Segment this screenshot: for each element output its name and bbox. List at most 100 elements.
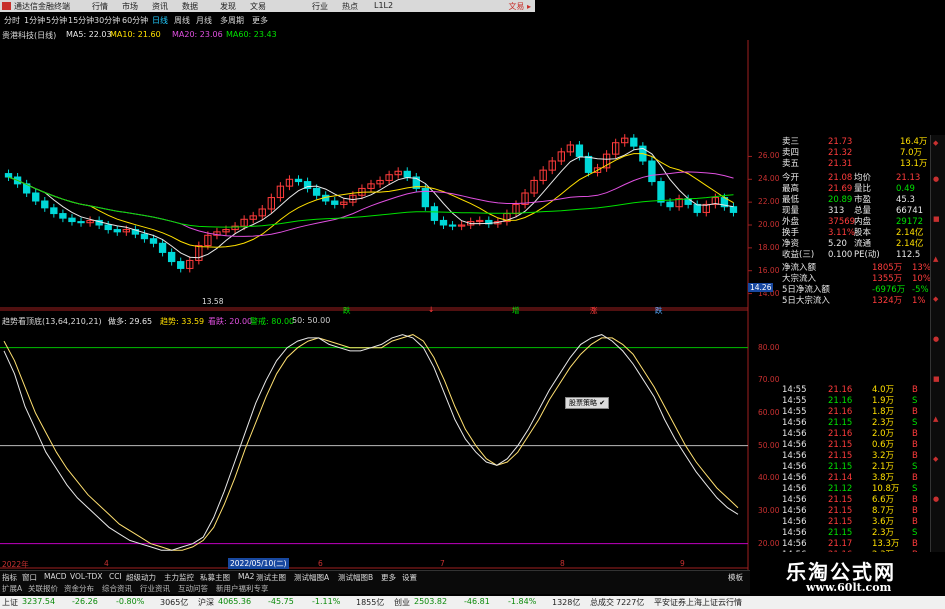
status-item: 平安证券上海上证云行情 bbox=[654, 598, 742, 607]
tick-volume: 13.3万 bbox=[872, 539, 900, 549]
indicator-tab[interactable]: CCI bbox=[109, 572, 122, 581]
price-axis-tick: 18.00 bbox=[758, 242, 780, 252]
candle-body bbox=[403, 170, 411, 178]
tick-side: B bbox=[912, 451, 918, 461]
tick-time: 14:56 bbox=[782, 418, 807, 428]
tick-price: 21.15 bbox=[828, 440, 853, 450]
info-tab[interactable]: 资金分布 bbox=[64, 583, 94, 594]
flow-label: 净流入额 bbox=[782, 263, 817, 273]
candle-body bbox=[657, 181, 665, 203]
info-tab[interactable]: 综合资讯 bbox=[102, 583, 132, 594]
toolbar-icon[interactable]: ▲ bbox=[933, 255, 938, 263]
quote-key: 股本 bbox=[854, 228, 872, 238]
flow-pct: 10% bbox=[912, 274, 931, 284]
candle-body bbox=[312, 187, 321, 196]
osc-axis-tick: 50.00 bbox=[758, 440, 780, 450]
tick-volume: 0.6万 bbox=[872, 440, 895, 450]
ask-volume: 13.1万 bbox=[900, 159, 928, 169]
tick-volume: 10.8万 bbox=[872, 484, 900, 494]
toolbar-icon[interactable]: ◆ bbox=[933, 455, 938, 463]
tick-side: B bbox=[912, 473, 918, 483]
info-tab[interactable]: 扩展A bbox=[2, 583, 22, 594]
status-item: -1.11% bbox=[312, 597, 341, 606]
watermark-url: www.60lt.com bbox=[806, 581, 892, 594]
side-toolbar: ◆ ● ■ ▲ ◆ ● ■ ▲ ◆ ● bbox=[930, 135, 945, 580]
quote-panel: 卖三 21.73 16.4万 卖四 21.32 7.0万 卖五 21.31 13.1万 今开 21.… bbox=[780, 135, 931, 580]
candle-body bbox=[684, 198, 692, 205]
tick-price: 21.15 bbox=[828, 451, 853, 461]
candle-body bbox=[648, 160, 656, 183]
date-tick: 2022年 bbox=[2, 560, 29, 569]
watermark: 乐淘公式网 www.60lt.com bbox=[770, 552, 945, 596]
candle-body bbox=[666, 201, 674, 208]
status-item: -1.84% bbox=[508, 597, 537, 606]
tick-price: 21.14 bbox=[828, 473, 853, 483]
quote-value: 2.14亿 bbox=[896, 239, 924, 249]
tick-volume: 1.9万 bbox=[872, 396, 895, 406]
tick-side: B bbox=[912, 495, 918, 505]
flow-value: 1805万 bbox=[872, 263, 903, 273]
info-tab[interactable]: 新用户福利专享 bbox=[216, 583, 269, 594]
toolbar-icon[interactable]: ■ bbox=[933, 215, 940, 223]
indicator-tab[interactable]: VOL-TDX bbox=[70, 572, 102, 581]
tick-side: S bbox=[912, 396, 918, 406]
candle-body bbox=[430, 206, 439, 221]
quote-key: 收益(三) bbox=[782, 250, 815, 260]
tick-price: 21.15 bbox=[828, 517, 853, 527]
quote-value: 112.5 bbox=[896, 250, 921, 260]
tick-time: 14:56 bbox=[782, 539, 807, 549]
date-tick: 9 bbox=[680, 559, 685, 568]
strategy-tooltip[interactable]: 股票策略 ✔ bbox=[565, 397, 610, 409]
indicator-tab[interactable]: MA2 bbox=[238, 572, 254, 581]
status-bar: 上证 3237.54 -26.26 -0.80% 3065亿 沪深 4065.36 -45.7… bbox=[0, 596, 945, 609]
osc-axis-tick: 70.00 bbox=[758, 375, 780, 385]
tick-price: 21.15 bbox=[828, 462, 853, 472]
status-item: 1328亿 bbox=[552, 598, 581, 607]
price-axis-tick: 16.00 bbox=[758, 265, 780, 275]
price-axis-tick: 24.00 bbox=[758, 174, 780, 184]
tick-side: B bbox=[912, 517, 918, 527]
flow-value: -6976万 bbox=[872, 285, 906, 295]
candle-body bbox=[41, 200, 49, 209]
toolbar-icon[interactable]: ● bbox=[933, 335, 939, 343]
quote-value: 5.20 bbox=[828, 239, 847, 249]
status-item: 2503.82 bbox=[414, 597, 448, 606]
toolbar-icon[interactable]: ◆ bbox=[933, 295, 938, 303]
info-tab[interactable]: 互动问答 bbox=[178, 583, 208, 594]
ask-price: 21.73 bbox=[828, 137, 853, 147]
flow-pct: 1% bbox=[912, 296, 926, 306]
toolbar-icon[interactable]: ● bbox=[933, 495, 939, 503]
candle-body bbox=[294, 178, 303, 183]
date-tick: 6 bbox=[318, 559, 323, 568]
indicator-name[interactable]: 趋势看顶底(13,64,210,21) bbox=[2, 316, 102, 327]
tick-volume: 4.0万 bbox=[872, 385, 895, 395]
tick-volume: 2.3万 bbox=[872, 528, 895, 538]
info-tab[interactable]: 行业资讯 bbox=[140, 583, 170, 594]
signal-marker: 增 bbox=[512, 306, 520, 315]
quote-key: 总量 bbox=[854, 206, 872, 216]
flow-pct: -5% bbox=[912, 285, 929, 295]
status-item: -46.81 bbox=[464, 597, 490, 606]
quote-key: 均价 bbox=[854, 173, 872, 183]
info-tabbar: 扩展A 关联报价 资金分布 综合资讯 行业资讯 互动问答 新用户福利专享 bbox=[0, 582, 750, 594]
tick-price: 21.16 bbox=[828, 429, 853, 439]
quote-value: 3.11% bbox=[828, 228, 856, 238]
toolbar-icon[interactable]: ◆ bbox=[933, 139, 938, 147]
ask-volume: 7.0万 bbox=[900, 148, 923, 158]
indicator-value: 警戒: 80.00 bbox=[250, 317, 295, 326]
toolbar-icon[interactable]: ● bbox=[933, 175, 939, 183]
cursor-date: 2022/05/10(二) bbox=[228, 558, 289, 569]
info-tab[interactable]: 关联报价 bbox=[28, 583, 58, 594]
toolbar-icon[interactable]: ■ bbox=[933, 375, 940, 383]
indicator-tab[interactable]: MACD bbox=[44, 572, 66, 581]
tick-price: 21.15 bbox=[828, 528, 853, 538]
candle-body bbox=[693, 203, 701, 213]
status-item: 沪深 bbox=[198, 598, 214, 607]
candle-body bbox=[77, 221, 85, 224]
tick-time: 14:56 bbox=[782, 517, 807, 527]
ask-price: 21.32 bbox=[828, 148, 853, 158]
current-price-tag: 14.26 bbox=[748, 283, 774, 292]
toolbar-icon[interactable]: ▲ bbox=[933, 415, 938, 423]
quote-key: 换手 bbox=[782, 228, 800, 238]
tick-time: 14:56 bbox=[782, 440, 807, 450]
